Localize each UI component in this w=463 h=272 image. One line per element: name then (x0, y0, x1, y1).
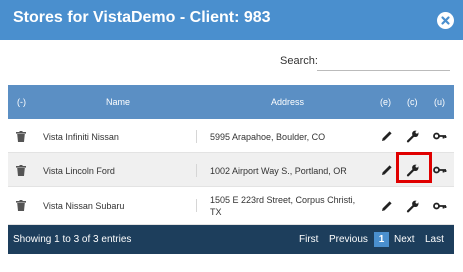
trash-icon[interactable] (16, 165, 26, 176)
pagination-next[interactable]: Next (394, 234, 415, 245)
store-name: Vista Infiniti Nissan (43, 132, 119, 142)
store-address: 1002 Airport Way S., Portland, OR (210, 166, 347, 176)
search-label: Search: (280, 55, 318, 67)
key-icon[interactable] (433, 199, 447, 213)
stores-dialog: Stores for VistaDemo - Client: 983 Searc… (0, 0, 463, 272)
column-header-users[interactable]: (u) (434, 97, 445, 107)
column-divider (196, 199, 197, 212)
column-header-delete[interactable]: (-) (17, 97, 26, 107)
pencil-icon[interactable] (380, 163, 394, 177)
column-header-name[interactable]: Name (106, 97, 130, 107)
pagination-last[interactable]: Last (425, 234, 444, 245)
wrench-icon[interactable] (406, 129, 420, 143)
column-divider (196, 130, 197, 143)
column-header-edit[interactable]: (e) (380, 97, 391, 107)
key-icon[interactable] (433, 129, 447, 143)
store-name: Vista Nissan Subaru (43, 201, 125, 211)
column-divider (196, 164, 197, 177)
pagination-previous[interactable]: Previous (329, 234, 368, 245)
column-header-address[interactable]: Address (271, 97, 304, 107)
search-input[interactable] (317, 53, 450, 71)
table-header: (-) Name Address (e) (c) (u) (8, 85, 454, 119)
key-icon[interactable] (433, 163, 447, 177)
table-row: Vista Lincoln Ford 1002 Airport Way S., … (8, 153, 454, 187)
table-row: Vista Infiniti Nissan 5995 Arapahoe, Bou… (8, 119, 454, 153)
trash-icon[interactable] (16, 200, 26, 211)
entries-info: Showing 1 to 3 of 3 entries (13, 234, 132, 245)
store-name: Vista Lincoln Ford (43, 166, 115, 176)
pencil-icon[interactable] (380, 199, 394, 213)
pagination-current-page[interactable]: 1 (374, 232, 389, 247)
dialog-title: Stores for VistaDemo - Client: 983 (13, 9, 271, 26)
pagination-first[interactable]: First (299, 234, 318, 245)
table-row: Vista Nissan Subaru 1505 E 223rd Street,… (8, 187, 454, 225)
store-address: 5995 Arapahoe, Boulder, CO (210, 132, 326, 142)
trash-icon[interactable] (16, 131, 26, 142)
highlight-box (396, 152, 432, 183)
close-icon[interactable] (437, 12, 454, 29)
store-address: 1505 E 223rd Street, Corpus Christi, TX (210, 195, 356, 217)
dialog-header: Stores for VistaDemo - Client: 983 (0, 0, 463, 40)
wrench-icon[interactable] (406, 199, 420, 213)
pencil-icon[interactable] (380, 129, 394, 143)
table-footer: Showing 1 to 3 of 3 entries First Previo… (8, 225, 454, 254)
column-header-configure[interactable]: (c) (407, 97, 418, 107)
